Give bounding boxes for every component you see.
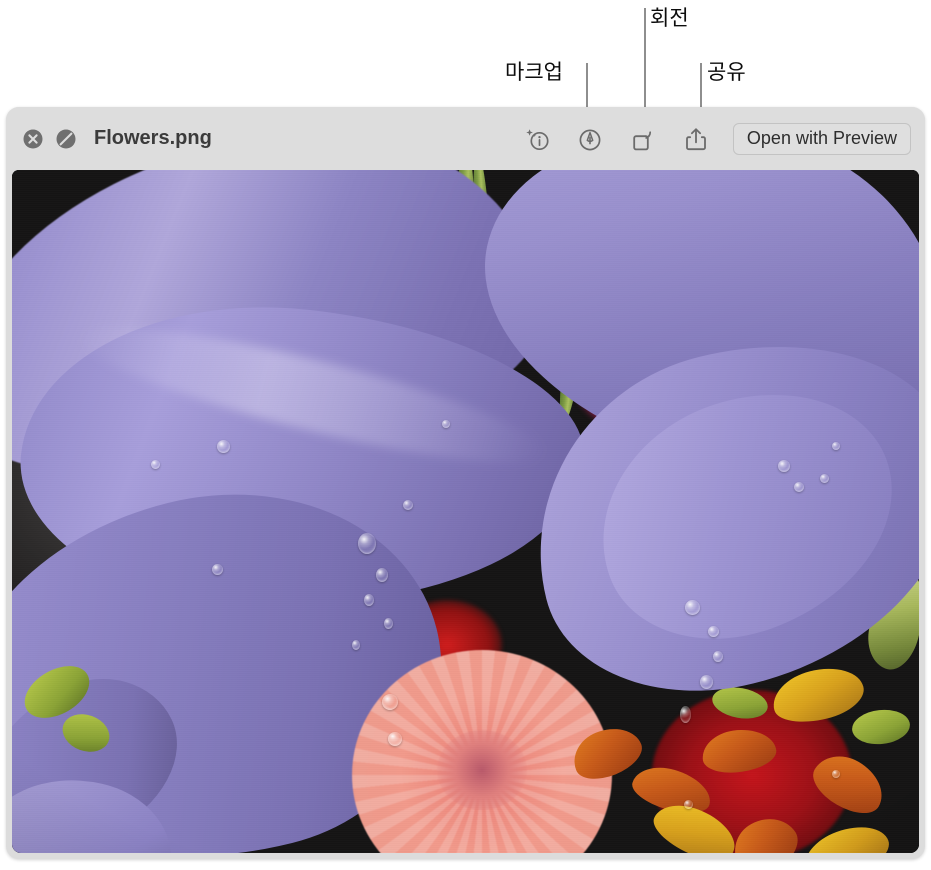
water-droplet <box>832 442 840 450</box>
water-droplet <box>713 651 723 662</box>
water-droplet <box>151 460 160 469</box>
file-title: Flowers.png <box>94 127 212 150</box>
water-droplet <box>212 564 223 575</box>
open-with-preview-button[interactable]: Open with Preview <box>733 123 911 155</box>
water-droplet <box>832 770 840 778</box>
image-preview[interactable] <box>12 170 919 853</box>
markup-pen-icon[interactable] <box>575 124 605 154</box>
callout-label-share: 공유 <box>707 56 746 86</box>
water-droplet <box>217 440 230 453</box>
water-droplet <box>685 600 700 615</box>
rotate-icon[interactable] <box>628 124 658 154</box>
no-entry-circle-icon[interactable] <box>55 128 77 150</box>
water-droplet <box>364 594 374 606</box>
titlebar-actions <box>522 124 711 154</box>
water-droplet <box>442 420 450 428</box>
water-droplet <box>384 618 393 629</box>
close-circle-icon[interactable] <box>22 128 44 150</box>
water-droplet <box>352 640 360 650</box>
water-droplet <box>684 800 693 809</box>
water-droplet <box>382 694 398 710</box>
water-droplet <box>358 533 376 554</box>
water-droplet <box>820 474 829 483</box>
quick-look-window: Flowers.png <box>6 107 925 859</box>
water-droplet <box>680 706 691 723</box>
water-droplet <box>778 460 790 472</box>
water-droplet <box>700 675 713 689</box>
share-icon[interactable] <box>681 124 711 154</box>
callout-label-markup: 마크업 <box>505 56 563 86</box>
water-droplet <box>388 732 402 746</box>
titlebar-left-group: Flowers.png <box>22 127 212 150</box>
water-droplet <box>376 568 388 582</box>
water-droplet <box>708 626 719 637</box>
water-droplet <box>794 482 804 492</box>
info-sparkle-icon[interactable] <box>522 124 552 154</box>
flower-photograph <box>12 170 919 853</box>
dahlia-center <box>437 730 527 810</box>
callout-label-rotate: 회전 <box>650 2 689 32</box>
titlebar: Flowers.png <box>6 107 925 170</box>
water-droplet <box>403 500 413 510</box>
